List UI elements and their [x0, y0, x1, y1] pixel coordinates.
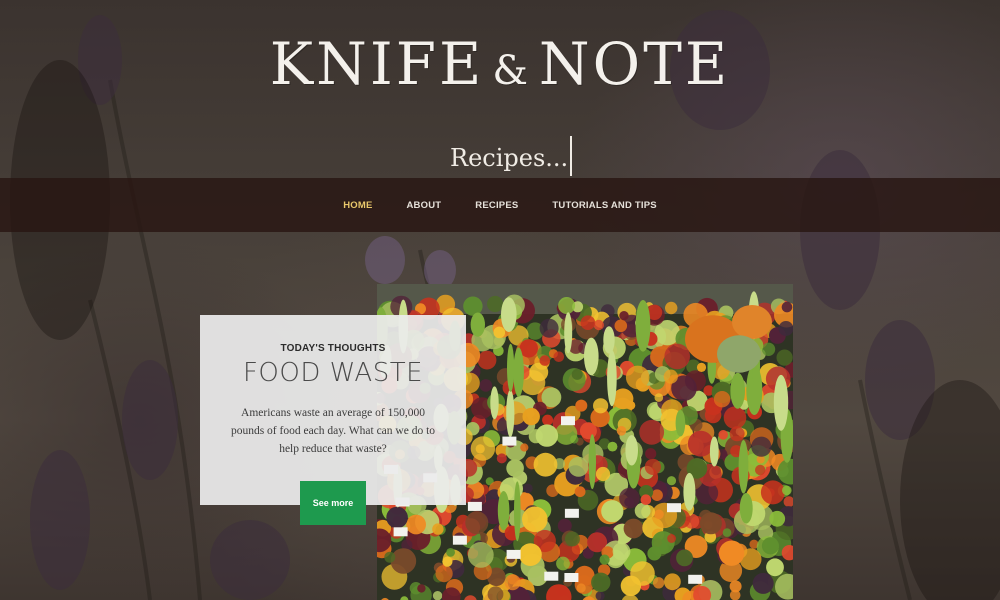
nav-item-recipes[interactable]: RECIPES: [458, 200, 535, 211]
nav-item-about[interactable]: ABOUT: [390, 200, 459, 211]
nav-item-tutorials-and-tips[interactable]: TUTORIALS AND TIPS: [535, 200, 673, 211]
see-more-button[interactable]: See more: [300, 481, 366, 525]
typing-cursor: [570, 136, 573, 176]
tagline-text: Recipes...: [450, 144, 569, 172]
feature-text: Americans waste an average of 150,000 po…: [230, 407, 436, 455]
site-title[interactable]: KNIFE & NOTE: [0, 30, 1000, 98]
nav-item-home[interactable]: HOME: [326, 200, 389, 211]
feature-title: FOOD WASTE: [242, 358, 424, 388]
feature-card: TODAY'S THOUGHTS FOOD WASTE Americans wa…: [200, 315, 466, 525]
feature-kicker: TODAY'S THOUGHTS: [280, 343, 386, 354]
main-navigation: HOME ABOUT RECIPES TUTORIALS AND TIPS: [0, 178, 1000, 232]
site-title-ampersand: &: [492, 48, 531, 94]
site-title-right: NOTE: [538, 30, 731, 98]
site-title-left: KNIFE: [269, 30, 485, 98]
site-tagline: Recipes...: [450, 136, 573, 176]
